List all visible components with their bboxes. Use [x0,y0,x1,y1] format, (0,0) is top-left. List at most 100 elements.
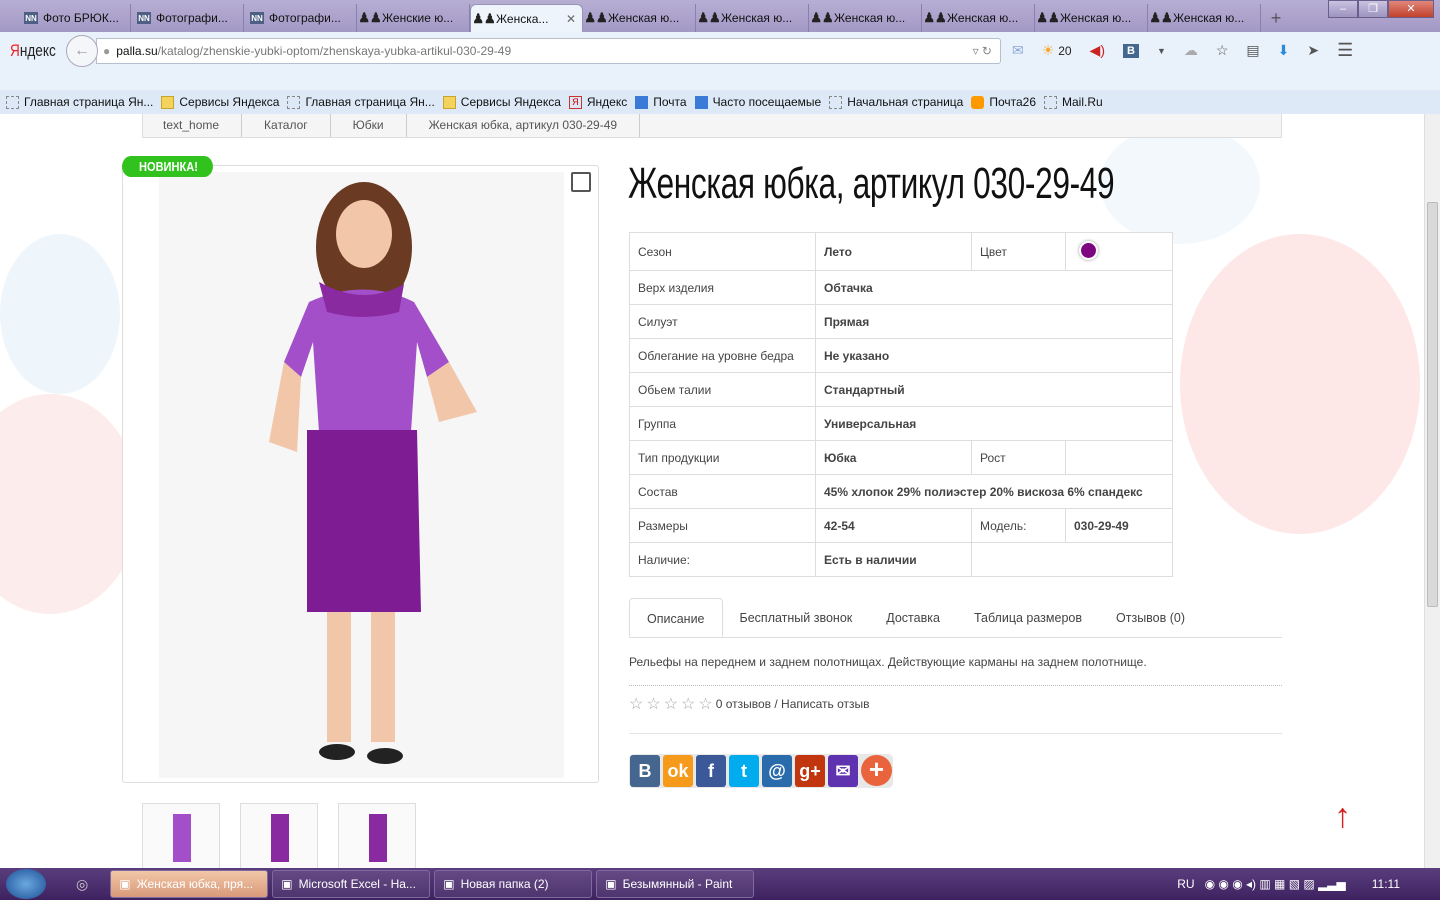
share-button-icon[interactable]: ok [663,755,693,787]
spec-label: Верх изделия [629,270,816,305]
color-swatch[interactable] [1081,242,1096,258]
bookmark-star-icon[interactable]: ☆ [1216,42,1229,59]
weather-temp: 20 [1058,44,1072,58]
bookmark-label: Начальная страница [847,95,964,109]
spec-value: Не указано [815,338,1173,373]
star-icon[interactable]: ☆ [629,694,643,714]
browser-tab[interactable]: ♟♟ Женска... ✕ [470,4,583,32]
divider [629,685,1282,686]
browser-tab[interactable]: NN Фотографи... [131,4,244,32]
bookmark-item[interactable]: Начальная страница [829,95,963,109]
tab-label: Женская ю... [947,11,1019,25]
bookmark-item[interactable]: Главная страница Ян... [6,95,153,109]
new-tab-button[interactable]: + [1261,4,1291,32]
cloud-icon[interactable]: ☁ [1184,42,1198,59]
taskbar-item[interactable]: ▣ Microsoft Excel - На... [272,870,431,898]
taskbar-item-label: Безымянный - Paint [622,877,733,891]
thumbnail[interactable] [142,803,220,868]
browser-tab[interactable]: ♟♟ Женская ю... [1035,4,1148,32]
browser-tab[interactable]: ♟♟ Женская ю... [583,4,696,32]
dropdown-icon[interactable]: ▼ [1157,46,1166,56]
bookmark-item[interactable]: Часто посещаемые [694,95,821,109]
tray-icons[interactable]: ◉ ◉ ◉ ◂) ▥ ▦ ▧ ▨ ▂▃▅ [1205,877,1346,891]
star-icon[interactable]: ☆ [646,694,660,714]
product-photo[interactable] [159,172,564,778]
download-icon[interactable]: ⬇ [1278,42,1290,59]
share-button-icon[interactable]: g+ [795,755,825,787]
page-scrollbar[interactable] [1424,114,1440,868]
yandex-logo[interactable]: Яндекс [10,41,56,61]
product-tab[interactable]: Описание [629,598,723,637]
reviews-link[interactable]: 0 отзывов / Написать отзыв [716,697,870,711]
star-icon[interactable]: ☆ [664,694,678,714]
scroll-to-top-arrow-icon[interactable]: ↑ [1334,797,1351,836]
address-bar[interactable]: ● palla.su/katalog/zhenskie-yubki-optom/… [96,38,1001,64]
product-specs-table: Сезон Лето Цвет Верх изделия Обтачка Силуэт… [629,232,1173,577]
star-icon[interactable]: ☆ [681,694,695,714]
product-tab[interactable]: Отзывов (0) [1099,598,1202,637]
speaker-icon[interactable]: ◀) [1090,42,1105,59]
toolbar-icons: ✉ ☀ 20 ◀) B ▼ ☁ ☆ ▤ ⬇ ➤ ☰ [1012,40,1353,61]
start-button[interactable] [6,869,46,899]
browser-tab[interactable]: ♟♟ Женские ю... [357,4,470,32]
bookmark-item[interactable]: Я Яндекс [568,95,627,109]
blank-icon [1044,95,1057,109]
maximize-button[interactable]: ❐ [1358,0,1388,18]
share-button-icon[interactable]: @ [762,755,792,787]
breadcrumb-item[interactable]: text_home [143,114,243,137]
palla-favicon-icon: ♟♟ [810,10,834,25]
browser-tab[interactable]: ♟♟ Женская ю... [809,4,922,32]
bookmark-item[interactable]: Главная страница Ян... [287,95,435,109]
table-row: Размеры 42-54 Модель: 030-29-49 [629,508,1173,543]
close-window-button[interactable]: ✕ [1388,0,1434,18]
product-tab[interactable]: Доставка [869,598,957,637]
product-tab[interactable]: Таблица размеров [957,598,1099,637]
share-button-icon[interactable]: ✉ [828,755,858,787]
spec-label: Группа [629,406,816,441]
mail-icon[interactable]: ✉ [1012,42,1024,59]
taskbar-item[interactable]: ▣ Безымянный - Paint [596,870,755,898]
share-button-icon[interactable]: + [861,755,892,786]
browser-tab[interactable]: NN Фото БРЮК... [18,4,131,32]
save-icon[interactable] [571,172,591,192]
vk-icon[interactable]: B [1122,43,1139,58]
thumbnail[interactable] [338,803,416,868]
weather-widget[interactable]: ☀ 20 [1042,42,1072,59]
minimize-button[interactable]: – [1328,0,1358,18]
bookmark-item[interactable]: Почта [635,95,687,109]
breadcrumb-item[interactable]: Женская юбка, артикул 030-29-49 [407,114,641,137]
reload-icon[interactable]: ▿ ↻ [973,44,992,58]
browser-tab[interactable]: ♟♟ Женская ю... [922,4,1035,32]
clipboard-icon[interactable]: ▤ [1246,42,1259,59]
breadcrumb-item[interactable]: Юбки [331,114,407,137]
scrollbar-thumb[interactable] [1427,202,1438,607]
close-tab-icon[interactable]: ✕ [566,12,576,26]
menu-icon[interactable]: ☰ [1337,40,1353,61]
viber-icon[interactable]: ◎ [76,876,88,893]
search-icon [694,95,708,109]
bookmark-item[interactable]: Почта26 [971,95,1036,109]
language-indicator[interactable]: RU [1177,877,1194,891]
share-button-icon[interactable]: t [729,755,759,787]
star-icon[interactable]: ☆ [698,694,712,714]
back-button[interactable]: ← [66,35,98,67]
breadcrumb-item[interactable]: Каталог [242,114,331,137]
share-button-icon[interactable]: B [630,755,660,787]
bookmark-item[interactable]: Mail.Ru [1044,95,1103,109]
browser-tab[interactable]: ♟♟ Женская ю... [696,4,809,32]
taskbar-item[interactable]: ▣ Женская юбка, пря... [110,870,269,898]
yandex-icon: Я [568,95,582,109]
browser-tab[interactable]: NN Фотографи... [244,4,357,32]
product-tab[interactable]: Бесплатный звонок [723,598,870,637]
bookmark-item[interactable]: Сервисы Яндекса [161,95,279,109]
bookmark-item[interactable]: Сервисы Яндекса [442,95,561,109]
taskbar-item[interactable]: ▣ Новая папка (2) [434,870,593,898]
browser-tab[interactable]: ♟♟ Женская ю... [1148,4,1261,32]
clock[interactable]: 11:11 [1372,877,1400,891]
thumbnail[interactable] [240,803,318,868]
product-image-box [122,165,599,783]
mail-icon [635,95,649,109]
table-row: Сезон Лето Цвет [629,232,1173,271]
send-icon[interactable]: ➤ [1307,42,1319,59]
share-button-icon[interactable]: f [696,755,726,787]
